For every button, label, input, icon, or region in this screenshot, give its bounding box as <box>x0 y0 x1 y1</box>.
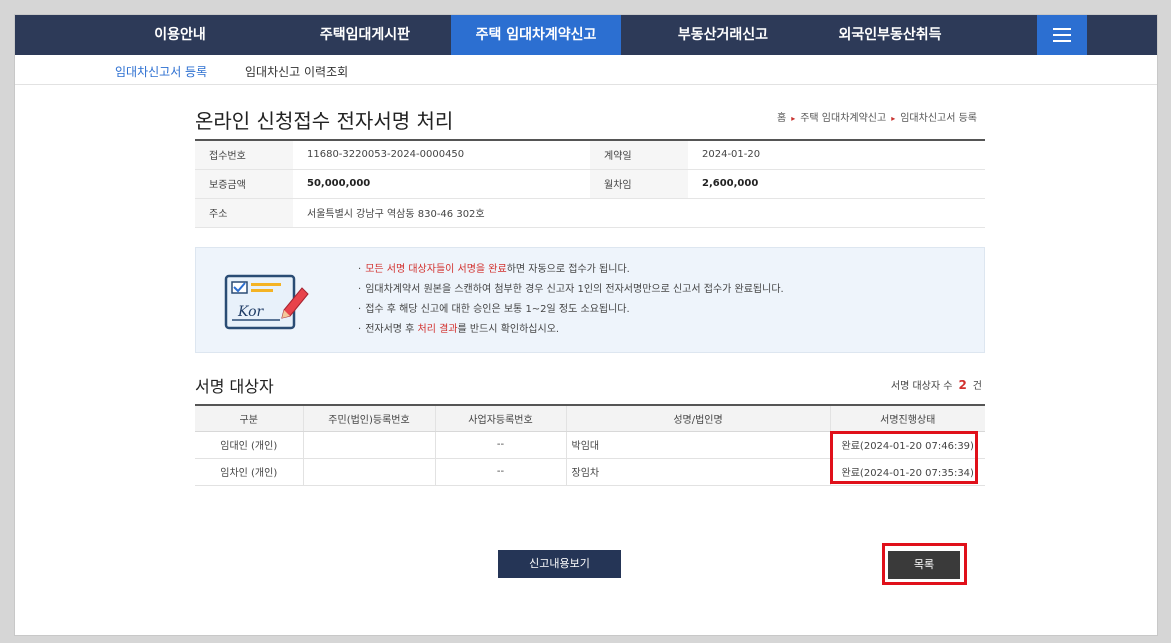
contract-date-label: 계약일 <box>590 139 688 170</box>
nav-item-rental-contract-report[interactable]: 주택 임대차계약신고 <box>451 15 621 55</box>
signer-name: 박임대 <box>565 431 830 459</box>
signer-type: 임대인 (개인) <box>195 431 303 459</box>
monthly-rent-value: 2,600,000 <box>688 169 985 199</box>
notice-line-2: · 임대차계약서 원본을 스캔하여 첨부한 경우 신고자 1인의 전자서명만으로 … <box>358 284 784 295</box>
breadcrumb-current: 임대차신고서 등록 <box>900 113 977 124</box>
signer-type: 임차인 (개인) <box>195 458 303 486</box>
monthly-rent-label: 월차임 <box>590 169 688 199</box>
contract-info-table: 접수번호 11680-3220053-2024-0000450 계약일 2024… <box>195 139 985 228</box>
col-header-sign-status: 서명진행상태 <box>829 404 985 432</box>
notice-box: Kor · 모든 서명 대상자들이 서명을 완료하면 자동으로 접수가 됩니다. … <box>195 247 985 353</box>
nav-item-foreigner-acquisition[interactable]: 외국인부동산취득 <box>805 15 975 55</box>
col-header-name: 성명/법인명 <box>565 404 830 432</box>
list-button[interactable]: 목록 <box>888 551 960 579</box>
notice-line-3: · 접수 후 해당 신고에 대한 승인은 보통 1~2일 정도 소요됩니다. <box>358 304 630 315</box>
address-value: 서울특별시 강남구 역삼동 830-46 302호 <box>293 198 985 228</box>
browser-viewport: 이용안내 주택임대게시판 주택 임대차계약신고 부동산거래신고 외국인부동산취득… <box>14 14 1158 636</box>
signer-count: 서명 대상자 수2건 <box>890 378 982 392</box>
table-header-row: 구분 주민(법인)등록번호 사업자등록번호 성명/법인명 서명진행상태 <box>195 404 985 432</box>
breadcrumb-separator-icon: ▸ <box>791 114 796 123</box>
breadcrumb-home[interactable]: 홈 <box>777 113 786 124</box>
info-row: 보증금액 50,000,000 월차임 2,600,000 <box>195 169 985 199</box>
deposit-value: 50,000,000 <box>293 169 590 199</box>
view-report-button[interactable]: 신고내용보기 <box>498 550 621 578</box>
global-nav: 이용안내 주택임대게시판 주택 임대차계약신고 부동산거래신고 외국인부동산취득 <box>15 15 1157 55</box>
signer-business-no: -- <box>434 458 566 486</box>
notice-line-1: · 모든 서명 대상자들이 서명을 완료하면 자동으로 접수가 됩니다. <box>358 264 630 275</box>
hamburger-icon[interactable] <box>1037 15 1087 55</box>
signer-resident-no <box>302 431 435 459</box>
info-row: 주소 서울특별시 강남구 역삼동 830-46 302호 <box>195 198 985 228</box>
status-highlight-box <box>830 431 978 484</box>
notice-list: · 모든 서명 대상자들이 서명을 완료하면 자동으로 접수가 됩니다. · 임대차… <box>358 262 784 342</box>
nav-item-real-estate-report[interactable]: 부동산거래신고 <box>643 15 803 55</box>
sub-nav: 임대차신고서 등록 임대차신고 이력조회 <box>15 55 1157 85</box>
breadcrumb: 홈 ▸ 주택 임대차계약신고 ▸ 임대차신고서 등록 <box>777 109 977 124</box>
col-header-type: 구분 <box>195 404 303 432</box>
notice-highlight: 처리 결과 <box>417 324 458 335</box>
nav-item-rental-board[interactable]: 주택임대게시판 <box>280 15 450 55</box>
sub-nav-item-register[interactable]: 임대차신고서 등록 <box>115 63 207 80</box>
page-title: 온라인 신청접수 전자서명 처리 <box>195 109 454 133</box>
info-row: 접수번호 11680-3220053-2024-0000450 계약일 2024… <box>195 139 985 170</box>
icon-kor-text: Kor <box>237 304 265 320</box>
sub-nav-item-history[interactable]: 임대차신고 이력조회 <box>245 63 348 80</box>
col-header-business-no: 사업자등록번호 <box>434 404 566 432</box>
col-header-resident-no: 주민(법인)등록번호 <box>302 404 435 432</box>
breadcrumb-rental-report[interactable]: 주택 임대차계약신고 <box>800 113 886 124</box>
receipt-no-value: 11680-3220053-2024-0000450 <box>293 139 590 170</box>
signer-count-number: 2 <box>958 378 967 392</box>
breadcrumb-separator-icon: ▸ <box>891 114 896 123</box>
signed-card-icon: Kor <box>224 274 309 330</box>
signer-business-no: -- <box>434 431 566 459</box>
address-label: 주소 <box>195 198 293 228</box>
nav-item-guide[interactable]: 이용안내 <box>115 15 245 55</box>
notice-line-4: · 전자서명 후 처리 결과를 반드시 확인하십시오. <box>358 324 560 335</box>
deposit-label: 보증금액 <box>195 169 293 199</box>
contract-date-value: 2024-01-20 <box>688 139 985 170</box>
notice-highlight: 모든 서명 대상자들이 서명을 완료 <box>365 264 507 275</box>
signer-resident-no <box>302 458 435 486</box>
signers-section-title: 서명 대상자 <box>195 377 274 396</box>
signer-name: 장임차 <box>565 458 830 486</box>
receipt-no-label: 접수번호 <box>195 139 293 170</box>
